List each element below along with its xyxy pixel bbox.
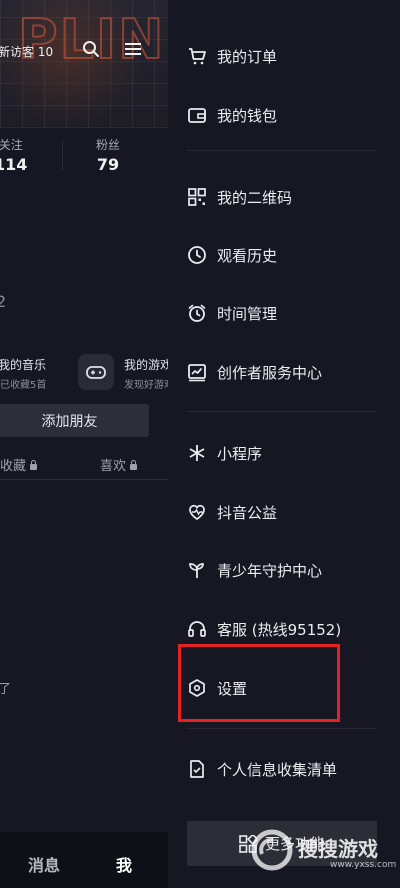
menu-item-label: 我的二维码 bbox=[217, 188, 293, 207]
cart-icon bbox=[186, 45, 208, 67]
menu-item-label: 个人信息收集清单 bbox=[217, 760, 338, 779]
menu-item-wallet[interactable]: 我的钱包 bbox=[186, 101, 277, 129]
menu-item-label: 时间管理 bbox=[217, 304, 278, 323]
menu-item-personal-info-list[interactable]: 个人信息收集清单 bbox=[186, 755, 337, 783]
document-icon bbox=[186, 758, 208, 780]
chart-icon bbox=[186, 361, 208, 383]
menu-divider bbox=[186, 150, 376, 151]
sprout-icon bbox=[186, 559, 208, 581]
menu-item-label: 我的钱包 bbox=[217, 106, 278, 125]
menu-item-label: 观看历史 bbox=[217, 246, 278, 265]
following-stat[interactable]: 关注 114 bbox=[0, 136, 27, 174]
menu-item-label: 青少年守护中心 bbox=[217, 561, 323, 580]
tab-favorites-label: 收藏 bbox=[0, 459, 27, 474]
partial-text: 了 bbox=[0, 682, 12, 697]
tab-favorites[interactable]: 收藏 bbox=[0, 455, 38, 474]
profile-page: PLIN 新访客 10 关注 114 粉丝 79 2 我的音乐 已收藏5首 我的… bbox=[0, 0, 168, 888]
menu-item-label: 创作者服务中心 bbox=[217, 363, 323, 382]
fans-stat[interactable]: 粉丝 79 bbox=[96, 136, 120, 174]
menu-divider bbox=[186, 728, 376, 729]
qrcode-icon bbox=[186, 186, 208, 208]
menu-item-mini-programs[interactable]: 小程序 bbox=[186, 439, 262, 467]
game-subtitle: 发现好游戏 bbox=[124, 380, 168, 391]
nav-me[interactable]: 我 bbox=[116, 852, 132, 876]
menu-item-customer-service[interactable]: 客服 (热线95152) bbox=[186, 615, 341, 643]
bottom-nav bbox=[0, 832, 168, 888]
nav-messages[interactable]: 消息 bbox=[28, 852, 60, 876]
stat-divider bbox=[62, 140, 63, 170]
heart-pulse-icon bbox=[186, 501, 208, 523]
menu-item-label: 抖音公益 bbox=[217, 503, 278, 522]
lock-icon bbox=[130, 460, 138, 470]
asterisk-icon bbox=[186, 442, 208, 464]
wallet-icon bbox=[186, 104, 208, 126]
game-title[interactable]: 我的游戏 bbox=[124, 356, 168, 373]
settings-highlight-box bbox=[178, 644, 340, 722]
menu-divider bbox=[186, 411, 376, 412]
add-friend-button[interactable]: 添加朋友 bbox=[0, 404, 149, 437]
tab-likes-label: 喜欢 bbox=[100, 459, 127, 474]
music-title[interactable]: 我的音乐 bbox=[0, 356, 46, 373]
menu-icon[interactable] bbox=[124, 41, 142, 57]
menu-item-label: 小程序 bbox=[217, 444, 263, 463]
menu-item-qrcode[interactable]: 我的二维码 bbox=[186, 183, 292, 211]
visitor-count[interactable]: 新访客 10 bbox=[0, 43, 53, 60]
watermark-text: 搜搜游戏 bbox=[298, 837, 378, 861]
menu-item-orders[interactable]: 我的订单 bbox=[186, 42, 277, 70]
screen: PLIN 新访客 10 关注 114 粉丝 79 2 我的音乐 已收藏5首 我的… bbox=[0, 0, 400, 888]
menu-item-label: 客服 (热线95152) bbox=[217, 620, 342, 639]
following-label: 关注 bbox=[0, 138, 23, 152]
headset-icon bbox=[186, 618, 208, 640]
profile-banner: PLIN bbox=[0, 0, 168, 128]
gamepad-icon[interactable] bbox=[78, 354, 114, 390]
following-value: 114 bbox=[0, 155, 28, 174]
clock-icon bbox=[186, 244, 208, 266]
menu-item-time-management[interactable]: 时间管理 bbox=[186, 299, 277, 327]
search-icon[interactable] bbox=[82, 40, 100, 58]
lock-icon bbox=[30, 460, 38, 470]
fans-label: 粉丝 bbox=[96, 138, 121, 152]
menu-item-creator-center[interactable]: 创作者服务中心 bbox=[186, 358, 322, 386]
menu-item-charity[interactable]: 抖音公益 bbox=[186, 498, 277, 526]
watermark-url: www.yxss.com bbox=[330, 860, 397, 870]
menu-item-label: 我的订单 bbox=[217, 47, 278, 66]
menu-item-youth-protection[interactable]: 青少年守护中心 bbox=[186, 556, 322, 584]
alarm-icon bbox=[186, 302, 208, 324]
partial-number: 2 bbox=[0, 292, 7, 311]
tab-likes[interactable]: 喜欢 bbox=[100, 455, 138, 474]
tab-divider bbox=[0, 479, 168, 480]
menu-item-history[interactable]: 观看历史 bbox=[186, 241, 277, 269]
music-subtitle: 已收藏5首 bbox=[0, 380, 47, 391]
fans-value: 79 bbox=[96, 155, 120, 174]
